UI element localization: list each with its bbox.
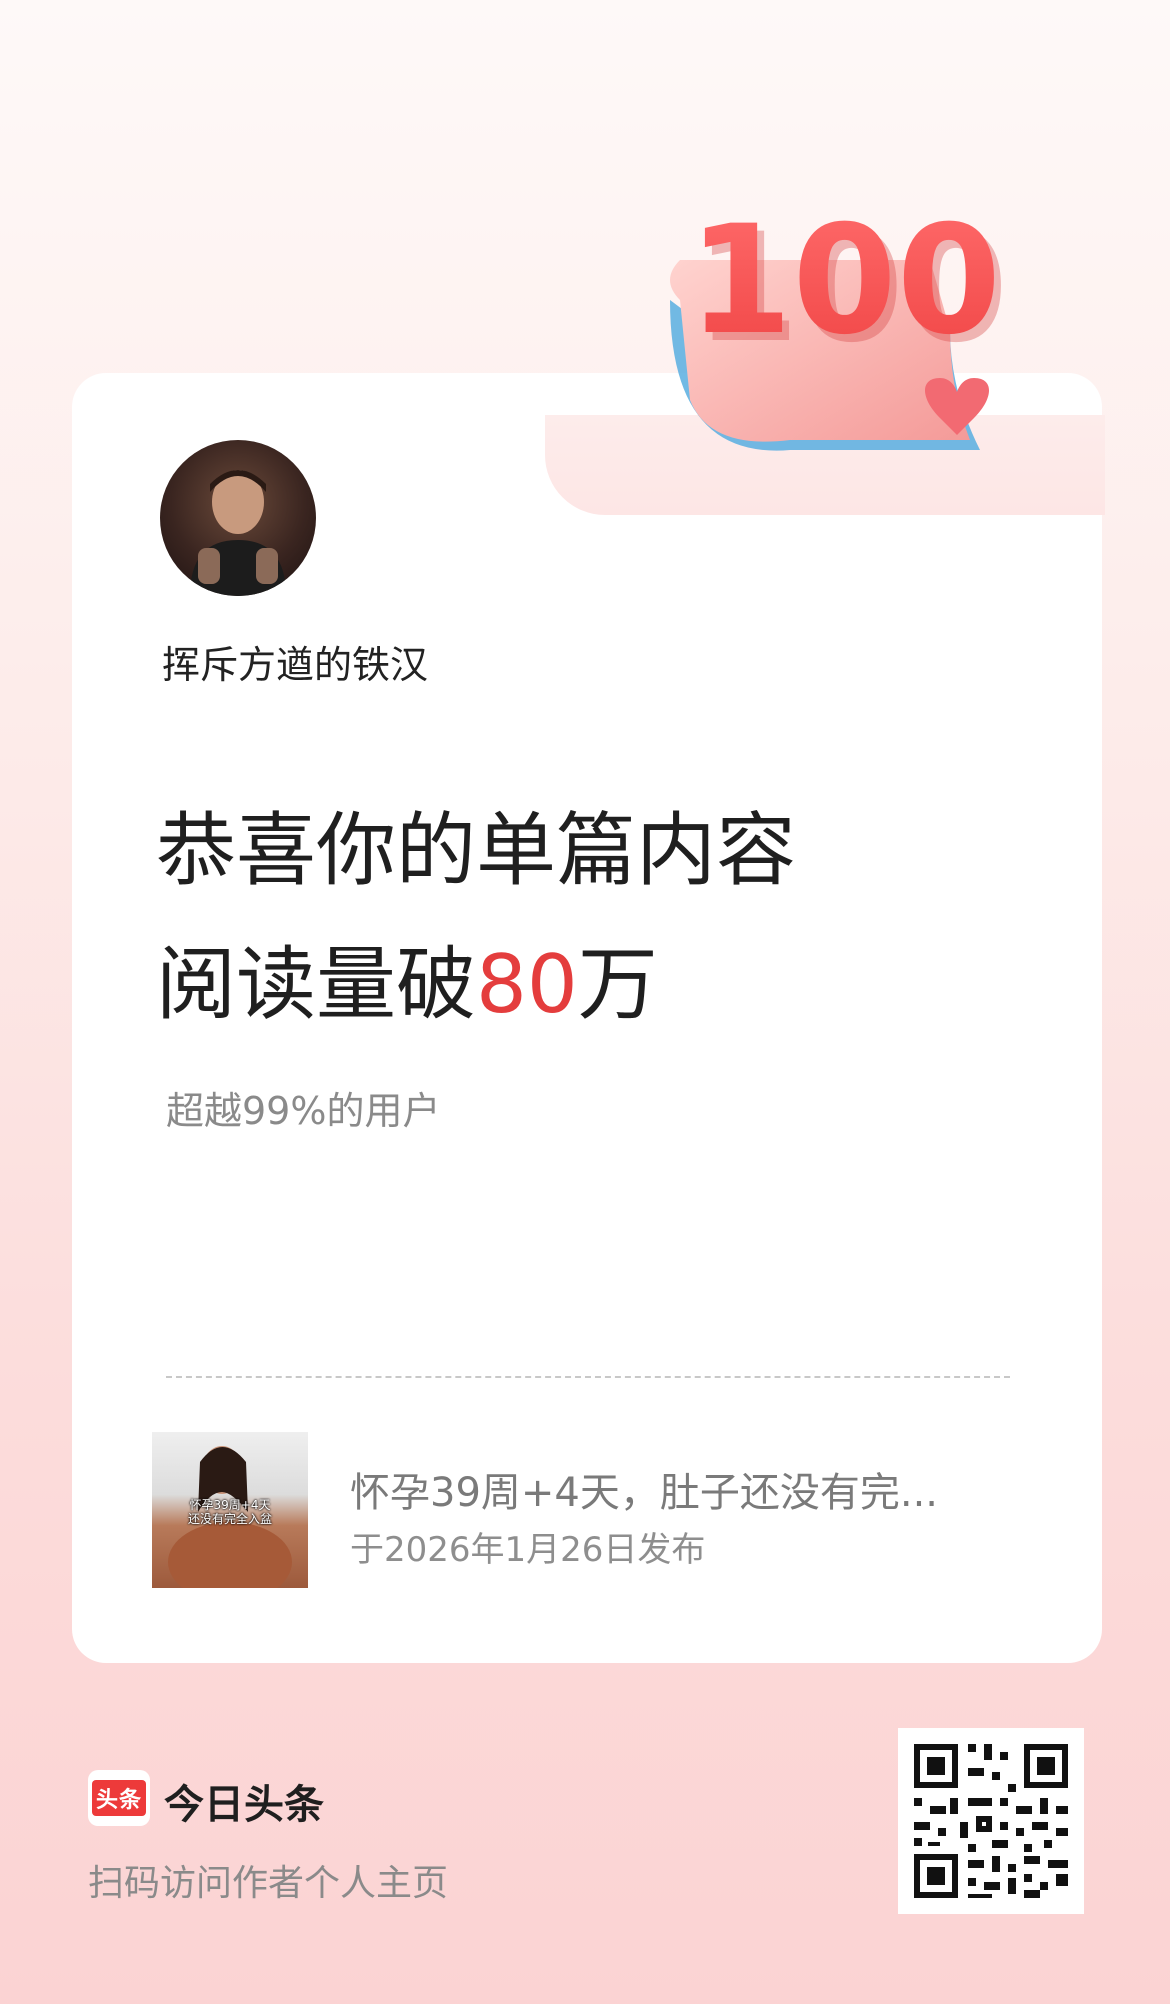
- article-title[interactable]: 怀孕39周+4天，肚子还没有完...: [350, 1460, 938, 1518]
- headline-line2-suffix: 万: [577, 938, 658, 1031]
- author-name[interactable]: 挥斥方遒的铁汉: [162, 634, 428, 689]
- badge-number: 100: [688, 194, 1001, 368]
- dashed-divider: [166, 1376, 1010, 1378]
- headline-line2: 阅读量破80万: [156, 918, 796, 1052]
- author-avatar[interactable]: [160, 440, 316, 596]
- headline: 恭喜你的单篇内容 阅读量破80万: [156, 784, 796, 1052]
- headline-line1: 恭喜你的单篇内容: [156, 804, 796, 897]
- logo-text: 头条: [91, 1780, 146, 1816]
- headline-line2-prefix: 阅读量破: [156, 938, 476, 1031]
- qr-code-icon[interactable]: [898, 1728, 1084, 1914]
- ranking-subline: 超越99%的用户: [166, 1089, 441, 1133]
- toutiao-logo-icon: 头条: [88, 1770, 150, 1826]
- brand-name: 今日头条: [164, 1782, 324, 1828]
- milestone-100-badge-icon: 100 100: [670, 194, 1008, 451]
- avatar-person-icon: [190, 470, 286, 596]
- qr-caption: 扫码访问作者个人主页: [88, 1863, 449, 1904]
- headline-read-count: 80: [476, 938, 578, 1031]
- thumbnail-caption: 怀孕39周+4天 还没有完全入盆: [187, 1498, 272, 1526]
- article-thumbnail[interactable]: 怀孕39周+4天 还没有完全入盆: [152, 1432, 308, 1588]
- article-date: 于2026年1月26日发布: [350, 1530, 706, 1570]
